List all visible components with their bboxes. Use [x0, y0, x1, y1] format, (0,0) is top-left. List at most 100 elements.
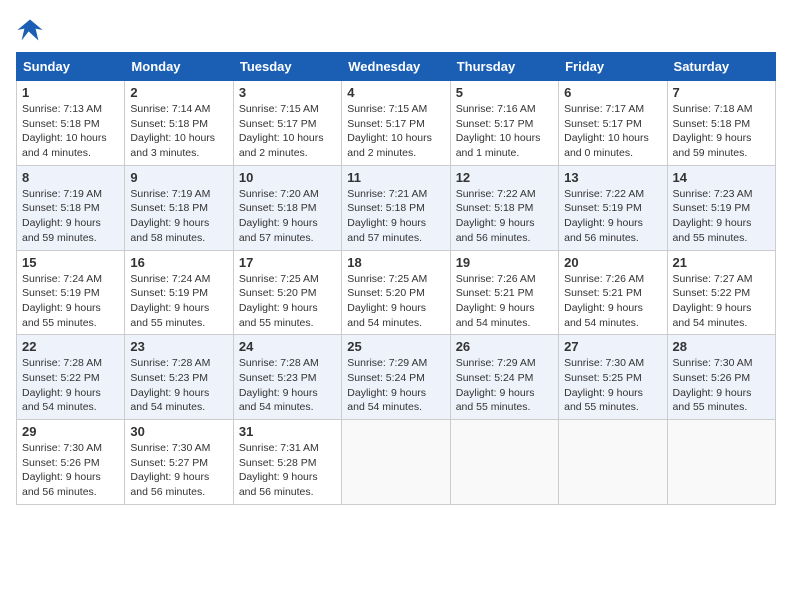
- day-info: Sunrise: 7:14 AM Sunset: 5:18 PM Dayligh…: [130, 102, 227, 161]
- day-number: 31: [239, 424, 336, 439]
- day-info: Sunrise: 7:29 AM Sunset: 5:24 PM Dayligh…: [347, 356, 444, 415]
- calendar-cell: 1 Sunrise: 7:13 AM Sunset: 5:18 PM Daylig…: [17, 81, 125, 166]
- day-number: 25: [347, 339, 444, 354]
- calendar-cell: [667, 420, 775, 505]
- logo: [16, 16, 48, 44]
- day-info: Sunrise: 7:19 AM Sunset: 5:18 PM Dayligh…: [22, 187, 119, 246]
- calendar-cell: 19 Sunrise: 7:26 AM Sunset: 5:21 PM Dayli…: [450, 250, 558, 335]
- calendar-cell: [559, 420, 667, 505]
- page-header: [16, 16, 776, 44]
- day-info: Sunrise: 7:17 AM Sunset: 5:17 PM Dayligh…: [564, 102, 661, 161]
- calendar-cell: [342, 420, 450, 505]
- day-number: 30: [130, 424, 227, 439]
- calendar-cell: 30 Sunrise: 7:30 AM Sunset: 5:27 PM Dayli…: [125, 420, 233, 505]
- day-info: Sunrise: 7:26 AM Sunset: 5:21 PM Dayligh…: [456, 272, 553, 331]
- calendar-cell: 31 Sunrise: 7:31 AM Sunset: 5:28 PM Dayli…: [233, 420, 341, 505]
- header-wednesday: Wednesday: [342, 53, 450, 81]
- day-info: Sunrise: 7:27 AM Sunset: 5:22 PM Dayligh…: [673, 272, 770, 331]
- day-number: 11: [347, 170, 444, 185]
- day-number: 29: [22, 424, 119, 439]
- calendar-cell: 22Sunrise: 7:28 AM Sunset: 5:22 PM Dayli…: [17, 335, 125, 420]
- day-number: 14: [673, 170, 770, 185]
- calendar-table: SundayMondayTuesdayWednesdayThursdayFrid…: [16, 52, 776, 505]
- day-number: 12: [456, 170, 553, 185]
- day-info: Sunrise: 7:25 AM Sunset: 5:20 PM Dayligh…: [239, 272, 336, 331]
- header-tuesday: Tuesday: [233, 53, 341, 81]
- calendar-cell: 17Sunrise: 7:25 AM Sunset: 5:20 PM Dayli…: [233, 250, 341, 335]
- calendar-cell: 13 Sunrise: 7:22 AM Sunset: 5:19 PM Dayli…: [559, 165, 667, 250]
- day-info: Sunrise: 7:15 AM Sunset: 5:17 PM Dayligh…: [347, 102, 444, 161]
- day-number: 5: [456, 85, 553, 100]
- day-number: 28: [673, 339, 770, 354]
- calendar-cell: 20 Sunrise: 7:26 AM Sunset: 5:21 PM Dayli…: [559, 250, 667, 335]
- calendar-cell: 24 Sunrise: 7:28 AM Sunset: 5:23 PM Dayli…: [233, 335, 341, 420]
- day-number: 7: [673, 85, 770, 100]
- day-info: Sunrise: 7:22 AM Sunset: 5:19 PM Dayligh…: [564, 187, 661, 246]
- day-number: 24: [239, 339, 336, 354]
- day-info: Sunrise: 7:24 AM Sunset: 5:19 PM Dayligh…: [22, 272, 119, 331]
- day-info: Sunrise: 7:23 AM Sunset: 5:19 PM Dayligh…: [673, 187, 770, 246]
- calendar-cell: 29 Sunrise: 7:30 AM Sunset: 5:26 PM Dayli…: [17, 420, 125, 505]
- header-friday: Friday: [559, 53, 667, 81]
- day-info: Sunrise: 7:30 AM Sunset: 5:26 PM Dayligh…: [22, 441, 119, 500]
- calendar-cell: 25 Sunrise: 7:29 AM Sunset: 5:24 PM Dayli…: [342, 335, 450, 420]
- day-info: Sunrise: 7:24 AM Sunset: 5:19 PM Dayligh…: [130, 272, 227, 331]
- header-sunday: Sunday: [17, 53, 125, 81]
- day-number: 19: [456, 255, 553, 270]
- day-number: 26: [456, 339, 553, 354]
- day-info: Sunrise: 7:16 AM Sunset: 5:17 PM Dayligh…: [456, 102, 553, 161]
- calendar-cell: 27 Sunrise: 7:30 AM Sunset: 5:25 PM Dayli…: [559, 335, 667, 420]
- logo-icon: [16, 16, 44, 44]
- calendar-cell: 7 Sunrise: 7:18 AM Sunset: 5:18 PM Daylig…: [667, 81, 775, 166]
- day-info: Sunrise: 7:21 AM Sunset: 5:18 PM Dayligh…: [347, 187, 444, 246]
- day-info: Sunrise: 7:29 AM Sunset: 5:24 PM Dayligh…: [456, 356, 553, 415]
- calendar-cell: 21 Sunrise: 7:27 AM Sunset: 5:22 PM Dayli…: [667, 250, 775, 335]
- day-number: 13: [564, 170, 661, 185]
- day-number: 1: [22, 85, 119, 100]
- day-number: 4: [347, 85, 444, 100]
- calendar-cell: 4 Sunrise: 7:15 AM Sunset: 5:17 PM Daylig…: [342, 81, 450, 166]
- day-number: 3: [239, 85, 336, 100]
- day-info: Sunrise: 7:22 AM Sunset: 5:18 PM Dayligh…: [456, 187, 553, 246]
- day-number: 9: [130, 170, 227, 185]
- day-number: 16: [130, 255, 227, 270]
- day-info: Sunrise: 7:30 AM Sunset: 5:26 PM Dayligh…: [673, 356, 770, 415]
- header-thursday: Thursday: [450, 53, 558, 81]
- calendar-cell: 8Sunrise: 7:19 AM Sunset: 5:18 PM Daylig…: [17, 165, 125, 250]
- day-info: Sunrise: 7:25 AM Sunset: 5:20 PM Dayligh…: [347, 272, 444, 331]
- day-info: Sunrise: 7:30 AM Sunset: 5:25 PM Dayligh…: [564, 356, 661, 415]
- calendar-cell: 18 Sunrise: 7:25 AM Sunset: 5:20 PM Dayli…: [342, 250, 450, 335]
- day-number: 20: [564, 255, 661, 270]
- calendar-cell: 11 Sunrise: 7:21 AM Sunset: 5:18 PM Dayli…: [342, 165, 450, 250]
- day-info: Sunrise: 7:30 AM Sunset: 5:27 PM Dayligh…: [130, 441, 227, 500]
- day-number: 10: [239, 170, 336, 185]
- day-info: Sunrise: 7:18 AM Sunset: 5:18 PM Dayligh…: [673, 102, 770, 161]
- calendar-cell: 9 Sunrise: 7:19 AM Sunset: 5:18 PM Daylig…: [125, 165, 233, 250]
- day-info: Sunrise: 7:28 AM Sunset: 5:23 PM Dayligh…: [239, 356, 336, 415]
- calendar-cell: 5 Sunrise: 7:16 AM Sunset: 5:17 PM Daylig…: [450, 81, 558, 166]
- day-number: 27: [564, 339, 661, 354]
- day-number: 15: [22, 255, 119, 270]
- day-info: Sunrise: 7:31 AM Sunset: 5:28 PM Dayligh…: [239, 441, 336, 500]
- day-number: 18: [347, 255, 444, 270]
- header-monday: Monday: [125, 53, 233, 81]
- calendar-cell: 26 Sunrise: 7:29 AM Sunset: 5:24 PM Dayli…: [450, 335, 558, 420]
- day-info: Sunrise: 7:19 AM Sunset: 5:18 PM Dayligh…: [130, 187, 227, 246]
- day-info: Sunrise: 7:28 AM Sunset: 5:23 PM Dayligh…: [130, 356, 227, 415]
- calendar-cell: 2 Sunrise: 7:14 AM Sunset: 5:18 PM Daylig…: [125, 81, 233, 166]
- calendar-cell: 15 Sunrise: 7:24 AM Sunset: 5:19 PM Dayli…: [17, 250, 125, 335]
- calendar-cell: 12 Sunrise: 7:22 AM Sunset: 5:18 PM Dayli…: [450, 165, 558, 250]
- day-number: 2: [130, 85, 227, 100]
- day-info: Sunrise: 7:26 AM Sunset: 5:21 PM Dayligh…: [564, 272, 661, 331]
- calendar-cell: 10 Sunrise: 7:20 AM Sunset: 5:18 PM Dayli…: [233, 165, 341, 250]
- day-info: Sunrise: 7:13 AM Sunset: 5:18 PM Dayligh…: [22, 102, 119, 161]
- calendar-cell: 3Sunrise: 7:15 AM Sunset: 5:17 PM Daylig…: [233, 81, 341, 166]
- day-number: 21: [673, 255, 770, 270]
- calendar-cell: 23 Sunrise: 7:28 AM Sunset: 5:23 PM Dayli…: [125, 335, 233, 420]
- day-info: Sunrise: 7:20 AM Sunset: 5:18 PM Dayligh…: [239, 187, 336, 246]
- calendar-cell: 14 Sunrise: 7:23 AM Sunset: 5:19 PM Dayli…: [667, 165, 775, 250]
- day-number: 23: [130, 339, 227, 354]
- day-number: 6: [564, 85, 661, 100]
- day-number: 22: [22, 339, 119, 354]
- calendar-cell: 28 Sunrise: 7:30 AM Sunset: 5:26 PM Dayli…: [667, 335, 775, 420]
